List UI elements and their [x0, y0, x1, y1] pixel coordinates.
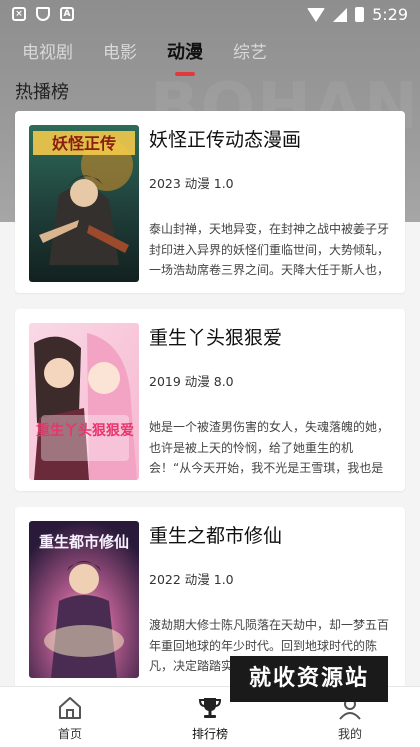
card-title: 妖怪正传动态漫画 — [149, 129, 302, 151]
app-notification-icon: A — [60, 7, 74, 21]
tab-variety[interactable]: 综艺 — [233, 38, 267, 64]
watermark-badge: 就收资源站 — [230, 656, 388, 702]
card-title: 重生丫头狠狠爱 — [149, 327, 283, 349]
signal-icon — [333, 7, 348, 22]
trophy-icon — [198, 698, 222, 718]
tab-anime[interactable]: 动漫 — [167, 38, 203, 76]
battery-icon — [355, 7, 365, 22]
wifi-icon — [307, 7, 326, 22]
anime-card[interactable]: 妖怪正传 妖怪正传动态漫画 2023 动漫 1.0 泰山封禅，天地异变，在封神之… — [15, 111, 405, 293]
section-title: 热播榜 — [15, 82, 69, 103]
card-description: 泰山封禅，天地异变，在封神之战中被姜子牙封印进入异界的妖怪们重临世间，大势倾轧，… — [149, 222, 390, 277]
nav-home[interactable]: 首页 — [0, 687, 140, 747]
status-bar: × A 5:29 — [0, 0, 420, 30]
cover-title-text: 妖怪正传 — [52, 134, 116, 153]
nav-ranking-label: 排行榜 — [191, 727, 228, 741]
nav-profile-label: 我的 — [337, 727, 362, 741]
cover-title-text: 重生都市修仙 — [39, 533, 129, 551]
tab-movies[interactable]: 电影 — [103, 38, 137, 64]
card-meta: 2023 动漫 1.0 — [149, 176, 234, 191]
status-time: 5:29 — [372, 5, 408, 24]
close-notification-icon: × — [12, 7, 26, 21]
home-icon — [59, 697, 81, 719]
cover-image: 重生都市修仙 — [29, 521, 139, 678]
cover-image: 妖怪正传 — [29, 125, 139, 282]
nav-home-label: 首页 — [57, 727, 82, 741]
anime-card[interactable]: 重生丫头狠狠爱 重生丫头狠狠爱 2019 动漫 8.0 她是一个被渣男伤害的女人… — [15, 309, 405, 491]
tab-tv-series[interactable]: 电视剧 — [22, 38, 73, 64]
card-meta: 2022 动漫 1.0 — [149, 572, 234, 587]
cover-image: 重生丫头狠狠爱 — [29, 323, 139, 480]
card-title: 重生之都市修仙 — [149, 525, 283, 547]
card-meta: 2019 动漫 8.0 — [149, 374, 234, 389]
cover-title-text: 重生丫头狠狠爱 — [36, 422, 134, 439]
shield-icon — [36, 7, 50, 21]
category-tabs: 电视剧 电影 动漫 综艺 — [22, 38, 267, 76]
card-description: 她是一个被渣男伤害的女人，失魂落魄的她，也许是被上天的怜悯，给了她重生的机会！“… — [149, 420, 390, 475]
